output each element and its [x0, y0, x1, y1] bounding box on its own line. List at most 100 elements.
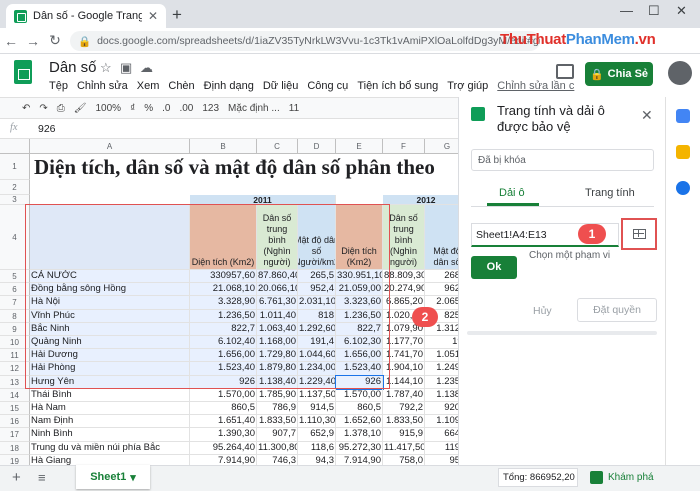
row-header[interactable]: 15 [0, 402, 30, 416]
header-cell-a[interactable] [30, 205, 190, 270]
value-cell[interactable]: 193 [425, 336, 458, 350]
menu-addons[interactable]: Tiện ích bổ sung [357, 80, 438, 92]
value-cell[interactable]: 1.249,9 [425, 362, 458, 376]
value-cell[interactable]: 1.523,40 [190, 362, 257, 376]
sheet-title-cell[interactable]: Diện tích, dân số và mật độ dân số phân … [34, 155, 435, 180]
value-cell[interactable]: 21.059,00 [336, 283, 383, 297]
more-formats-button[interactable]: 123 [202, 103, 219, 114]
keep-icon[interactable] [676, 145, 690, 159]
value-cell[interactable]: 1.651,40 [190, 415, 257, 429]
menu-tools[interactable]: Công cụ [307, 80, 348, 92]
select-range-grid-icon[interactable] [621, 218, 657, 250]
value-cell[interactable]: 1.063,40 [257, 322, 298, 336]
tasks-icon[interactable] [676, 181, 690, 195]
description-input[interactable]: Đã bị khóa [471, 149, 654, 171]
value-cell[interactable]: 860,5 [336, 402, 383, 416]
value-cell[interactable]: 6.102,40 [190, 336, 257, 350]
value-cell[interactable]: 1.168,00 [257, 336, 298, 350]
print-icon[interactable]: ⎙ [57, 103, 65, 114]
value-cell[interactable]: 88.809,30 [383, 270, 425, 284]
menu-help[interactable]: Trợ giúp [447, 80, 488, 92]
menu-insert[interactable]: Chèn [168, 80, 194, 92]
value-cell[interactable]: 1.656,00 [336, 349, 383, 363]
row-header[interactable]: 7 [0, 296, 30, 310]
value-cell[interactable]: 792,2 [383, 402, 425, 416]
row-header[interactable]: 18 [0, 441, 30, 455]
menu-edit[interactable]: Chỉnh sửa [77, 80, 128, 92]
value-cell[interactable]: 1.523,40 [336, 362, 383, 376]
explore-button[interactable]: Khám phá [590, 466, 660, 488]
menu-format[interactable]: Định dạng [204, 80, 254, 92]
browser-tab[interactable]: Dân số - Google Trang tính ✕ [6, 4, 166, 28]
value-cell[interactable]: 1.741,70 [383, 349, 425, 363]
value-cell[interactable]: 1.833,50 [257, 415, 298, 429]
value-cell[interactable]: 330957,60 [190, 270, 257, 284]
value-cell[interactable]: 1.833,50 [383, 415, 425, 429]
year-2011-header[interactable]: 2011 [190, 195, 336, 205]
window-close-icon[interactable]: ✕ [676, 3, 687, 19]
value-cell[interactable]: 87.860,40 [257, 270, 298, 284]
value-cell[interactable]: 1.234,00 [298, 362, 336, 376]
region-name-cell[interactable]: Đồng bằng sông Hồng [30, 283, 190, 297]
value-cell[interactable]: 1.177,70 [383, 336, 425, 350]
row-header[interactable]: 12 [0, 362, 30, 376]
value-cell[interactable]: 926 [335, 374, 384, 390]
value-cell[interactable]: 11.417,50 [383, 441, 425, 455]
year-2012-header[interactable]: 2012 [383, 195, 458, 205]
column-title-cell[interactable]: Diện tích (Km2) [190, 205, 257, 270]
column-header[interactable]: G [425, 139, 458, 154]
value-cell[interactable]: 2.031,10 [298, 296, 336, 310]
all-sheets-icon[interactable]: ≡ [38, 470, 46, 485]
region-name-cell[interactable]: CẢ NƯỚC [30, 270, 190, 284]
row-header[interactable]: 3 [0, 195, 30, 205]
value-cell[interactable]: 1.110,30 [298, 415, 336, 429]
value-cell[interactable]: 3.323,60 [336, 296, 383, 310]
menu-view[interactable]: Xem [137, 80, 160, 92]
value-cell[interactable]: 1.236,50 [190, 309, 257, 323]
forward-icon[interactable]: → [22, 33, 44, 49]
value-cell[interactable]: 21.068,10 [190, 283, 257, 297]
value-cell[interactable]: 758,0 [383, 454, 425, 465]
value-cell[interactable]: 920,6 [425, 402, 458, 416]
font-select[interactable]: Mặc định ... [228, 103, 280, 114]
sheet-tab-menu-icon[interactable]: ▾ [130, 471, 136, 484]
value-cell[interactable]: 1.390,30 [190, 428, 257, 442]
value-cell[interactable]: 95,8 [425, 455, 459, 465]
value-cell[interactable]: 6.761,30 [257, 296, 298, 310]
currency-button[interactable]: ₫ [130, 103, 135, 114]
row-header[interactable]: 8 [0, 309, 30, 323]
value-cell[interactable]: 818 [298, 309, 336, 323]
value-cell[interactable]: 664,6 [425, 428, 458, 442]
close-tab-icon[interactable]: ✕ [148, 9, 158, 23]
value-cell[interactable]: 914,5 [298, 402, 336, 416]
value-cell[interactable]: 822,7 [336, 322, 383, 336]
column-header[interactable]: F [383, 139, 425, 154]
move-folder-icon[interactable]: ▣ [120, 60, 132, 76]
value-cell[interactable]: 95.272,30 [336, 441, 383, 455]
value-cell[interactable]: 20.274,90 [383, 283, 425, 297]
avatar[interactable] [668, 61, 692, 85]
value-cell[interactable]: 7.914,90 [190, 454, 257, 465]
reload-icon[interactable]: ↻ [44, 32, 66, 49]
column-header[interactable]: C [257, 139, 298, 154]
star-icon[interactable]: ☆ [100, 60, 112, 76]
sum-indicator[interactable]: Tổng: 866952,20 [498, 468, 578, 487]
region-name-cell[interactable]: Hải Phòng [30, 362, 190, 376]
url-input[interactable]: 🔒 docs.google.com/spreadsheets/d/1iaZV35… [70, 31, 540, 51]
row-header[interactable]: 11 [0, 349, 30, 363]
spreadsheet-grid[interactable]: ABCDEFG 1 2 3 4 2011 2012 Diện tích (Km2) Dân s… [0, 139, 458, 465]
value-cell[interactable]: 1.138,4 [425, 389, 458, 402]
zoom-select[interactable]: 100% [95, 103, 121, 114]
value-cell[interactable]: 1.229,40 [298, 375, 336, 389]
value-cell[interactable]: 95.264,40 [190, 441, 257, 455]
value-cell[interactable]: 822,7 [190, 322, 257, 336]
column-title-cell[interactable]: Diện tích (Km2) [336, 205, 383, 270]
value-cell[interactable]: 926 [190, 375, 257, 389]
value-cell[interactable]: 1.904,10 [383, 362, 425, 376]
ok-button[interactable]: Ok [471, 256, 517, 279]
value-cell[interactable]: 7.914,90 [336, 454, 383, 465]
paint-format-icon[interactable]: 🖌 [74, 103, 87, 114]
value-cell[interactable]: 1.236,50 [336, 309, 383, 323]
cancel-button[interactable]: Hủy [533, 305, 552, 317]
region-name-cell[interactable]: Hưng Yên [30, 375, 190, 389]
